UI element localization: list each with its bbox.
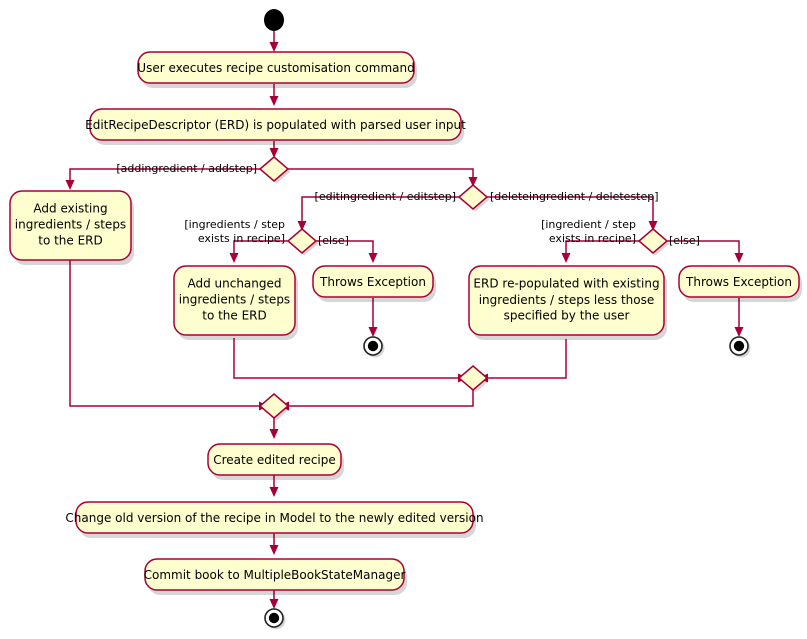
arrowhead-start-to-user-command (269, 42, 279, 52)
action-add-unchanged[interactable]: Add unchanged ingredients / steps to the… (173, 265, 298, 340)
action-user-command-label: User executes recipe customisation comma… (137, 61, 414, 75)
action-add-existing-line2: ingredients / steps (15, 218, 126, 232)
action-erd-repopulated[interactable]: ERD re-populated with existing ingredien… (468, 265, 667, 340)
activity-diagram-canvas: User executes recipe customisation comma… (0, 0, 807, 639)
arrowhead-decision3-right (368, 253, 378, 263)
decision-delete-exists-diamond[interactable] (637, 228, 669, 254)
activity-diagram: User executes recipe customisation comma… (9, 9, 802, 630)
action-erd-repopulated-line2: ingredients / steps less those (479, 293, 655, 307)
guard-label-edit-exists-line2: exists in recipe] (198, 232, 285, 245)
merge-main (258, 393, 291, 421)
arrowhead-decision1-left (65, 180, 75, 190)
guard-label-delete: [deleteingredient / deletestep] (490, 190, 659, 203)
merge-right (457, 365, 490, 393)
action-erd-repopulated-line3: specified by the user (504, 309, 630, 323)
arrowhead-change-version-to-commit (269, 545, 279, 555)
merge-right-diamond (457, 365, 489, 391)
decision-delete-exists[interactable] (637, 228, 670, 256)
decision-edit-exists[interactable] (286, 228, 319, 256)
arrowhead-decision3-left (229, 253, 239, 263)
guard-label-delete-exists-line1: [ingredient / step (541, 218, 636, 231)
action-add-existing[interactable]: Add existing ingredients / steps to the … (9, 190, 134, 265)
action-add-existing-line1: Add existing (33, 202, 107, 216)
erd-repopulated-line2-emphasis: less (594, 293, 617, 307)
action-commit-book-label: Commit book to MultipleBookStateManager (144, 568, 406, 582)
arrowhead-merge-main-to-create-recipe (269, 429, 279, 439)
action-commit-book[interactable]: Commit book to MultipleBookStateManager (144, 558, 407, 595)
final-node-main-core (268, 612, 280, 624)
arrowhead-exception-edit-to-end (368, 327, 378, 337)
decision-command-type-diamond[interactable] (258, 156, 290, 182)
edge-add-unchanged-to-merge-right (233, 338, 461, 379)
decision-edit-delete[interactable] (457, 184, 490, 212)
action-create-recipe-label: Create edited recipe (213, 453, 336, 467)
arrowhead-decision4-left (561, 253, 571, 263)
action-add-unchanged-line2: ingredients / steps (179, 293, 290, 307)
final-node-delete-exception-core (733, 340, 745, 352)
final-node-edit-exception (363, 336, 385, 358)
edge-erd-repopulated-to-merge-right (485, 339, 567, 379)
action-add-existing-line3: to the ERD (38, 234, 103, 248)
action-user-command[interactable]: User executes recipe customisation comma… (137, 51, 417, 88)
guard-label-add: [addingredient / addstep] (116, 162, 257, 175)
action-throws-exception-edit-label: Throws Exception (319, 275, 426, 289)
start-node (264, 9, 284, 31)
merge-main-diamond (258, 393, 290, 419)
guard-label-delete-else: [else] (669, 234, 700, 247)
decision-edit-exists-diamond[interactable] (286, 228, 318, 254)
erd-repopulated-line2-part1: ingredients / steps (479, 293, 594, 307)
final-node-edit-exception-core (367, 340, 379, 352)
action-create-recipe[interactable]: Create edited recipe (207, 443, 344, 480)
erd-repopulated-line2-part3: those (617, 293, 654, 307)
guard-label-edit-else: [else] (318, 234, 349, 247)
action-erd-populated[interactable]: EditRecipeDescriptor (ERD) is populated … (85, 108, 466, 145)
action-change-version-label: Change old version of the recipe in Mode… (65, 511, 483, 525)
edge-merge-right-to-merge-main (286, 390, 474, 407)
action-throws-exception-delete-label: Throws Exception (685, 275, 792, 289)
final-node-delete-exception (729, 336, 751, 358)
arrowhead-decision4-right (734, 253, 744, 263)
action-erd-populated-label: EditRecipeDescriptor (ERD) is populated … (85, 118, 466, 132)
guard-label-edit: [editingredient / editstep] (315, 190, 456, 203)
action-add-unchanged-line3: to the ERD (202, 309, 267, 323)
guard-label-delete-exists-line2: exists in recipe] (549, 232, 636, 245)
edge-decision1-right (286, 168, 474, 180)
action-throws-exception-delete[interactable]: Throws Exception (678, 265, 802, 302)
initial-node-circle (264, 9, 284, 31)
arrowhead-exception-delete-to-end (734, 327, 744, 337)
guard-label-edit-exists-line1: [ingredients / step (184, 218, 285, 231)
arrowhead-commit-to-end (269, 599, 279, 609)
action-add-unchanged-line1: Add unchanged (187, 277, 281, 291)
action-erd-repopulated-line1: ERD re-populated with existing (473, 277, 659, 291)
final-node-main (264, 608, 286, 630)
decision-edit-delete-diamond[interactable] (457, 184, 489, 210)
arrowhead-command-to-erd (269, 96, 279, 106)
action-throws-exception-edit[interactable]: Throws Exception (312, 265, 436, 302)
action-change-version[interactable]: Change old version of the recipe in Mode… (65, 501, 484, 538)
decision-command-type[interactable] (258, 156, 291, 184)
arrowhead-create-recipe-to-change-version (269, 487, 279, 497)
